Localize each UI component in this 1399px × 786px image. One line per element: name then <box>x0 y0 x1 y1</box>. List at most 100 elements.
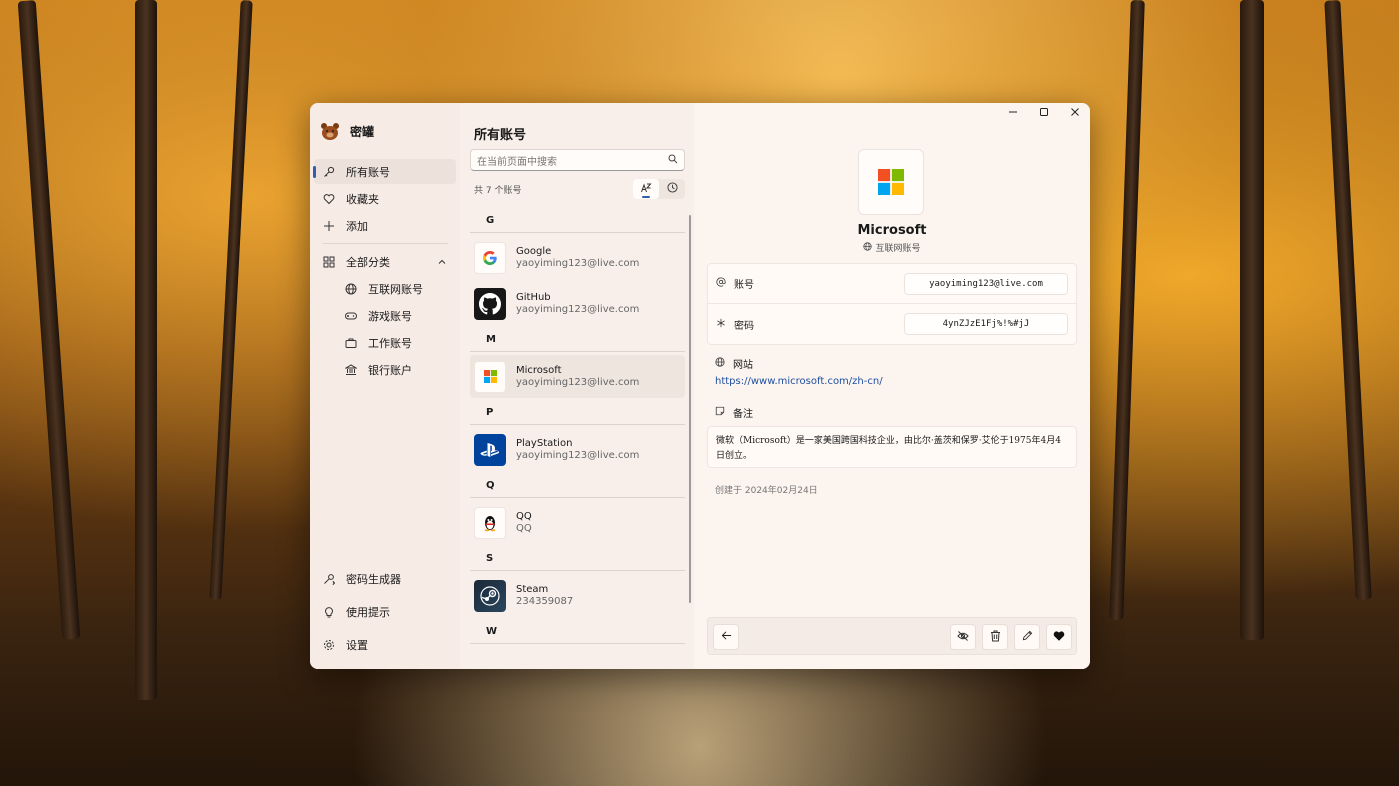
minimize-button[interactable] <box>997 103 1028 123</box>
maximize-button[interactable] <box>1028 103 1059 123</box>
close-button[interactable] <box>1059 103 1090 123</box>
account-label-text: 账号 <box>734 280 754 291</box>
qq-penguin-logo-icon <box>474 506 506 539</box>
sidebar-item-favorites[interactable]: 收藏夹 <box>314 186 456 211</box>
account-name: QQ <box>516 511 532 522</box>
clock-icon <box>666 182 678 196</box>
note-label: 备注 <box>715 405 753 420</box>
sidebar-item-label: 工作账号 <box>368 336 412 350</box>
sort-alphabetical-button[interactable] <box>633 179 659 199</box>
account-text: GitHub yaoyiming123@live.com <box>516 292 639 315</box>
heart-icon <box>322 192 336 206</box>
account-value[interactable]: yaoyiming123@live.com <box>904 272 1068 295</box>
at-sign-icon <box>716 277 726 290</box>
edit-button[interactable] <box>1014 624 1040 650</box>
globe-icon <box>344 282 358 296</box>
toggle-password-visibility-button[interactable] <box>950 624 976 650</box>
detail-category-label: 互联网账号 <box>875 244 921 254</box>
account-detail-pane: Microsoft 互联网账号 账号 yaoyiming123@live.com… <box>694 103 1090 669</box>
account-item-qq[interactable]: QQ QQ <box>470 501 685 544</box>
tree-trunk <box>209 0 253 600</box>
account-text: PlayStation yaoyiming123@live.com <box>516 438 639 461</box>
sidebar-item-label: 所有账号 <box>346 165 390 179</box>
tree-trunk <box>1109 0 1145 621</box>
account-item-playstation[interactable]: PlayStation yaoyiming123@live.com <box>470 428 685 471</box>
credentials-card: 账号 yaoyiming123@live.com 密码 4ynZJzE1Fj%!… <box>707 263 1077 345</box>
password-label-text: 密码 <box>734 320 754 332</box>
steam-logo-icon <box>474 579 506 612</box>
sidebar-bottom: 密码生成器 使用提示 设置 <box>314 566 456 665</box>
favorite-button[interactable] <box>1046 624 1072 650</box>
account-name: PlayStation <box>516 438 573 449</box>
account-field-label: 账号 <box>716 276 754 291</box>
website-label-text: 网站 <box>733 360 753 371</box>
account-item-microsoft[interactable]: Microsoft yaoyiming123@live.com <box>470 355 685 398</box>
sidebar-item-all-categories[interactable]: 全部分类 <box>314 249 456 274</box>
account-username: yaoyiming123@live.com <box>516 377 640 388</box>
search-placeholder: 在当前页面中搜索 <box>477 156 557 168</box>
delete-button[interactable] <box>982 624 1008 650</box>
count-row: 共 7 个账号 <box>470 171 685 207</box>
sidebar-divider <box>322 243 448 244</box>
account-name: Google <box>516 246 552 257</box>
group-header: S <box>470 547 685 571</box>
close-icon <box>1070 107 1080 120</box>
sidebar-nav: 所有账号 收藏夹 添加 全部分类 互联网账号 游戏账号 工作账号 银行账户 <box>310 159 460 382</box>
password-field-label: 密码 <box>716 317 754 332</box>
window-controls <box>997 103 1090 123</box>
back-button[interactable] <box>713 624 739 650</box>
tree-trunk <box>17 0 81 640</box>
pencil-icon <box>1022 630 1033 644</box>
account-item-google[interactable]: Google yaoyiming123@live.com <box>470 236 685 279</box>
account-username: yaoyiming123@live.com <box>516 450 640 461</box>
group-header: Q <box>470 474 685 498</box>
app-window: 密罐 所有账号 收藏夹 添加 全部分类 互联网账号 游戏账号 工作账号 银行账户… <box>310 103 1090 669</box>
grid-icon <box>322 255 336 269</box>
sidebar-item-settings[interactable]: 设置 <box>314 632 456 657</box>
account-item-github[interactable]: GitHub yaoyiming123@live.com <box>470 282 685 325</box>
sidebar-item-internet-accounts[interactable]: 互联网账号 <box>314 276 456 301</box>
account-username: QQ <box>516 523 532 534</box>
sidebar-item-bank-accounts[interactable]: 银行账户 <box>314 357 456 382</box>
sidebar-item-label: 使用提示 <box>346 605 390 619</box>
password-field-row: 密码 4ynZJzE1Fj%!%#jJ <box>708 304 1076 344</box>
account-name: Microsoft <box>516 365 562 376</box>
sort-az-icon <box>640 182 652 197</box>
sidebar-item-work-accounts[interactable]: 工作账号 <box>314 330 456 355</box>
sidebar-item-label: 添加 <box>346 219 368 233</box>
website-link[interactable]: https://www.microsoft.com/zh-cn/ <box>715 376 883 387</box>
group-header: P <box>470 401 685 425</box>
bear-logo-icon <box>321 123 339 140</box>
tree-trunk <box>135 0 157 700</box>
search-icon[interactable] <box>668 154 678 167</box>
sidebar-item-label: 设置 <box>346 638 368 652</box>
sidebar-item-password-generator[interactable]: 密码生成器 <box>314 566 456 591</box>
account-item-steam[interactable]: Steam 234359087 <box>470 574 685 617</box>
gamepad-icon <box>344 309 358 323</box>
bank-icon <box>344 363 358 377</box>
lightbulb-icon <box>322 605 336 619</box>
globe-icon <box>863 241 873 254</box>
microsoft-logo-icon <box>878 169 904 195</box>
account-name: Steam <box>516 584 549 595</box>
sidebar-item-add[interactable]: 添加 <box>314 213 456 238</box>
detail-logo <box>858 149 924 215</box>
password-value[interactable]: 4ynZJzE1Fj%!%#jJ <box>904 313 1068 335</box>
sidebar-item-all-accounts[interactable]: 所有账号 <box>313 159 456 184</box>
sidebar-item-label: 收藏夹 <box>346 192 379 206</box>
sidebar-item-game-accounts[interactable]: 游戏账号 <box>314 303 456 328</box>
account-list: G Google yaoyiming123@live.com GitHub ya… <box>470 209 685 669</box>
group-header: G <box>470 209 685 233</box>
microsoft-logo-icon <box>474 360 506 393</box>
note-card: 微软（Microsoft）是一家美国跨国科技企业，由比尔·盖茨和保罗·艾伦于19… <box>707 426 1077 468</box>
sidebar-item-label: 密码生成器 <box>346 572 401 586</box>
heart-filled-icon <box>1053 630 1065 645</box>
search-input[interactable]: 在当前页面中搜索 <box>470 149 685 171</box>
list-scrollbar[interactable] <box>689 215 691 603</box>
account-username: 234359087 <box>516 596 574 607</box>
sort-by-time-button[interactable] <box>659 179 685 199</box>
sidebar-item-label: 银行账户 <box>368 363 412 377</box>
chevron-up-icon[interactable] <box>438 256 446 269</box>
google-logo-icon <box>474 241 506 274</box>
sidebar-item-tips[interactable]: 使用提示 <box>314 599 456 624</box>
